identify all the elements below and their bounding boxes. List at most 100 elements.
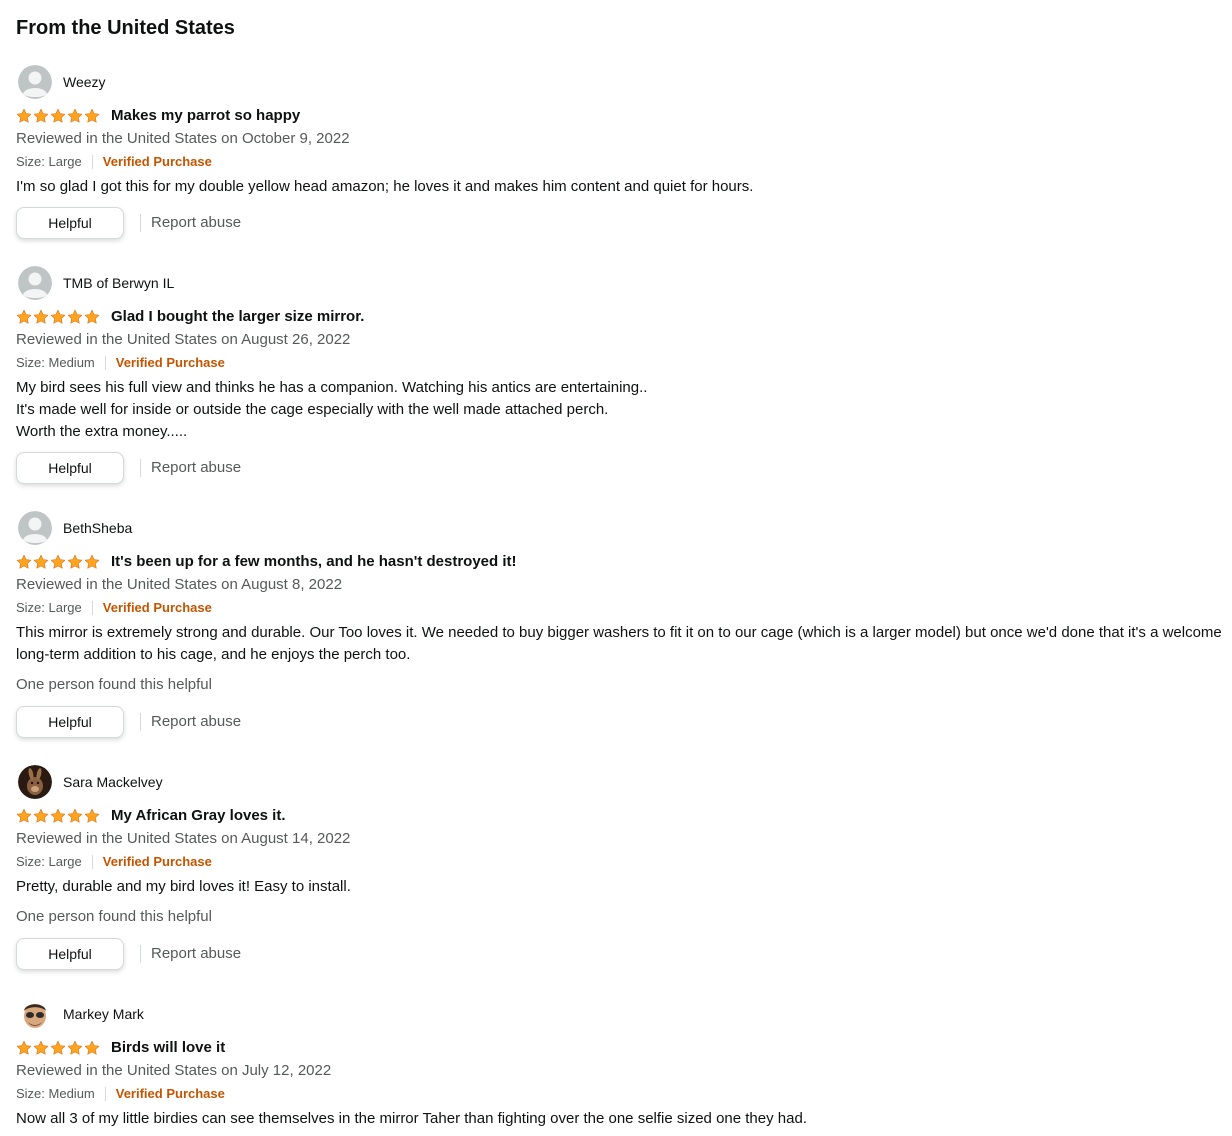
review-title[interactable]: Glad I bought the larger size mirror. [111,307,364,327]
reviewer-name[interactable]: Markey Mark [63,1005,144,1023]
review-text: Now all 3 of my little birdies can see t… [16,1110,807,1127]
review-card: BethSheba It's been up for a few months,… [16,511,1226,738]
star-icon [67,554,83,569]
star-rating[interactable] [16,107,101,125]
helpful-button[interactable]: Helpful [16,207,124,239]
review-actions: Helpful Report abuse [16,206,241,240]
size-label[interactable]: Size: Large [16,599,82,616]
star-icon [50,108,66,123]
divider [140,713,141,731]
helpful-button[interactable]: Helpful [16,452,124,484]
review-card: Sara Mackelvey My African Gray loves it.… [16,765,1226,970]
reviewer-name[interactable]: TMB of Berwyn IL [63,274,174,292]
size-label[interactable]: Size: Medium [16,354,95,371]
default-avatar-icon [18,511,52,545]
star-icon [33,108,49,123]
star-icon [16,808,32,823]
size-label[interactable]: Size: Large [16,853,82,870]
review-card: Markey Mark Birds will love it Reviewed … [16,997,1226,1127]
review-text: My bird sees his full view and thinks he… [16,379,648,396]
helpful-button[interactable]: Helpful [16,938,124,970]
helpful-count: One person found this helpful [16,908,212,925]
review-title-row: Birds will love it [16,1037,225,1059]
review-text: Worth the extra money..... [16,423,188,440]
reviewer-profile[interactable]: Markey Mark [16,997,1226,1031]
star-icon [50,1040,66,1055]
review-title-row: My African Gray loves it. [16,805,286,827]
star-icon [33,1040,49,1055]
divider [140,214,141,232]
report-abuse-link[interactable]: Report abuse [151,213,241,233]
star-rating[interactable] [16,1039,101,1057]
star-rating[interactable] [16,308,101,326]
review-title[interactable]: It's been up for a few months, and he ha… [111,552,517,572]
default-avatar-icon [18,266,52,300]
verified-purchase-badge: Verified Purchase [115,1086,225,1101]
size-label[interactable]: Size: Medium [16,1085,95,1102]
star-icon [50,309,66,324]
review-text: Pretty, durable and my bird loves it! Ea… [16,878,351,895]
verified-purchase-badge: Verified Purchase [115,355,225,370]
reviewer-name[interactable]: BethSheba [63,519,132,537]
star-icon [16,1040,32,1055]
divider [91,600,93,615]
divider [104,1086,106,1101]
star-rating[interactable] [16,807,101,825]
verified-purchase-badge: Verified Purchase [102,854,212,869]
star-icon [67,1040,83,1055]
star-rating[interactable] [16,553,101,571]
reviewer-profile[interactable]: Weezy [16,65,1226,99]
review-title[interactable]: Birds will love it [111,1038,225,1058]
review-card: TMB of Berwyn IL Glad I bought the large… [16,266,1226,484]
star-icon [84,808,100,823]
review-title[interactable]: Makes my parrot so happy [111,106,300,126]
review-format-row: Size: Large Verified Purchase [16,599,212,616]
star-icon [33,554,49,569]
divider [91,854,93,869]
size-label[interactable]: Size: Large [16,153,82,170]
report-abuse-link[interactable]: Report abuse [151,712,241,732]
review-text: It's made well for inside or outside the… [16,401,609,418]
review-date: Reviewed in the United States on August … [16,830,351,847]
cartoon-face-avatar-icon [18,997,52,1031]
divider [140,459,141,477]
divider [104,355,106,370]
star-icon [67,808,83,823]
review-body: My bird sees his full view and thinks he… [16,377,1226,443]
review-text: This mirror is extremely strong and dura… [16,624,1222,663]
review-body: Pretty, durable and my bird loves it! Ea… [16,876,1226,898]
review-title-row: Glad I bought the larger size mirror. [16,306,364,328]
review-body: I'm so glad I got this for my double yel… [16,176,1226,198]
report-abuse-link[interactable]: Report abuse [151,458,241,478]
review-format-row: Size: Medium Verified Purchase [16,354,225,371]
review-body: This mirror is extremely strong and dura… [16,622,1226,666]
review-card: Weezy Makes my parrot so happy Reviewed … [16,65,1226,239]
verified-purchase-badge: Verified Purchase [102,600,212,615]
reviewer-profile[interactable]: BethSheba [16,511,1226,545]
star-icon [50,554,66,569]
review-actions: Helpful Report abuse [16,705,241,739]
reviewer-profile[interactable]: Sara Mackelvey [16,765,1226,799]
star-icon [33,808,49,823]
star-icon [16,554,32,569]
star-icon [84,554,100,569]
review-title[interactable]: My African Gray loves it. [111,806,286,826]
review-actions: Helpful Report abuse [16,937,241,971]
review-date: Reviewed in the United States on August … [16,576,343,593]
reviewer-name[interactable]: Weezy [63,73,106,91]
review-date: Reviewed in the United States on August … [16,331,351,348]
star-icon [50,808,66,823]
star-icon [16,309,32,324]
helpful-button[interactable]: Helpful [16,706,124,738]
verified-purchase-badge: Verified Purchase [102,154,212,169]
reviewer-profile[interactable]: TMB of Berwyn IL [16,266,1226,300]
report-abuse-link[interactable]: Report abuse [151,944,241,964]
helpful-count: One person found this helpful [16,676,212,693]
reviewer-name[interactable]: Sara Mackelvey [63,773,163,791]
rabbit-photo-avatar-icon [18,765,52,799]
star-icon [84,309,100,324]
review-format-row: Size: Medium Verified Purchase [16,1085,225,1102]
section-title: From the United States [16,17,235,39]
star-icon [67,309,83,324]
review-body: Now all 3 of my little birdies can see t… [16,1108,1226,1130]
